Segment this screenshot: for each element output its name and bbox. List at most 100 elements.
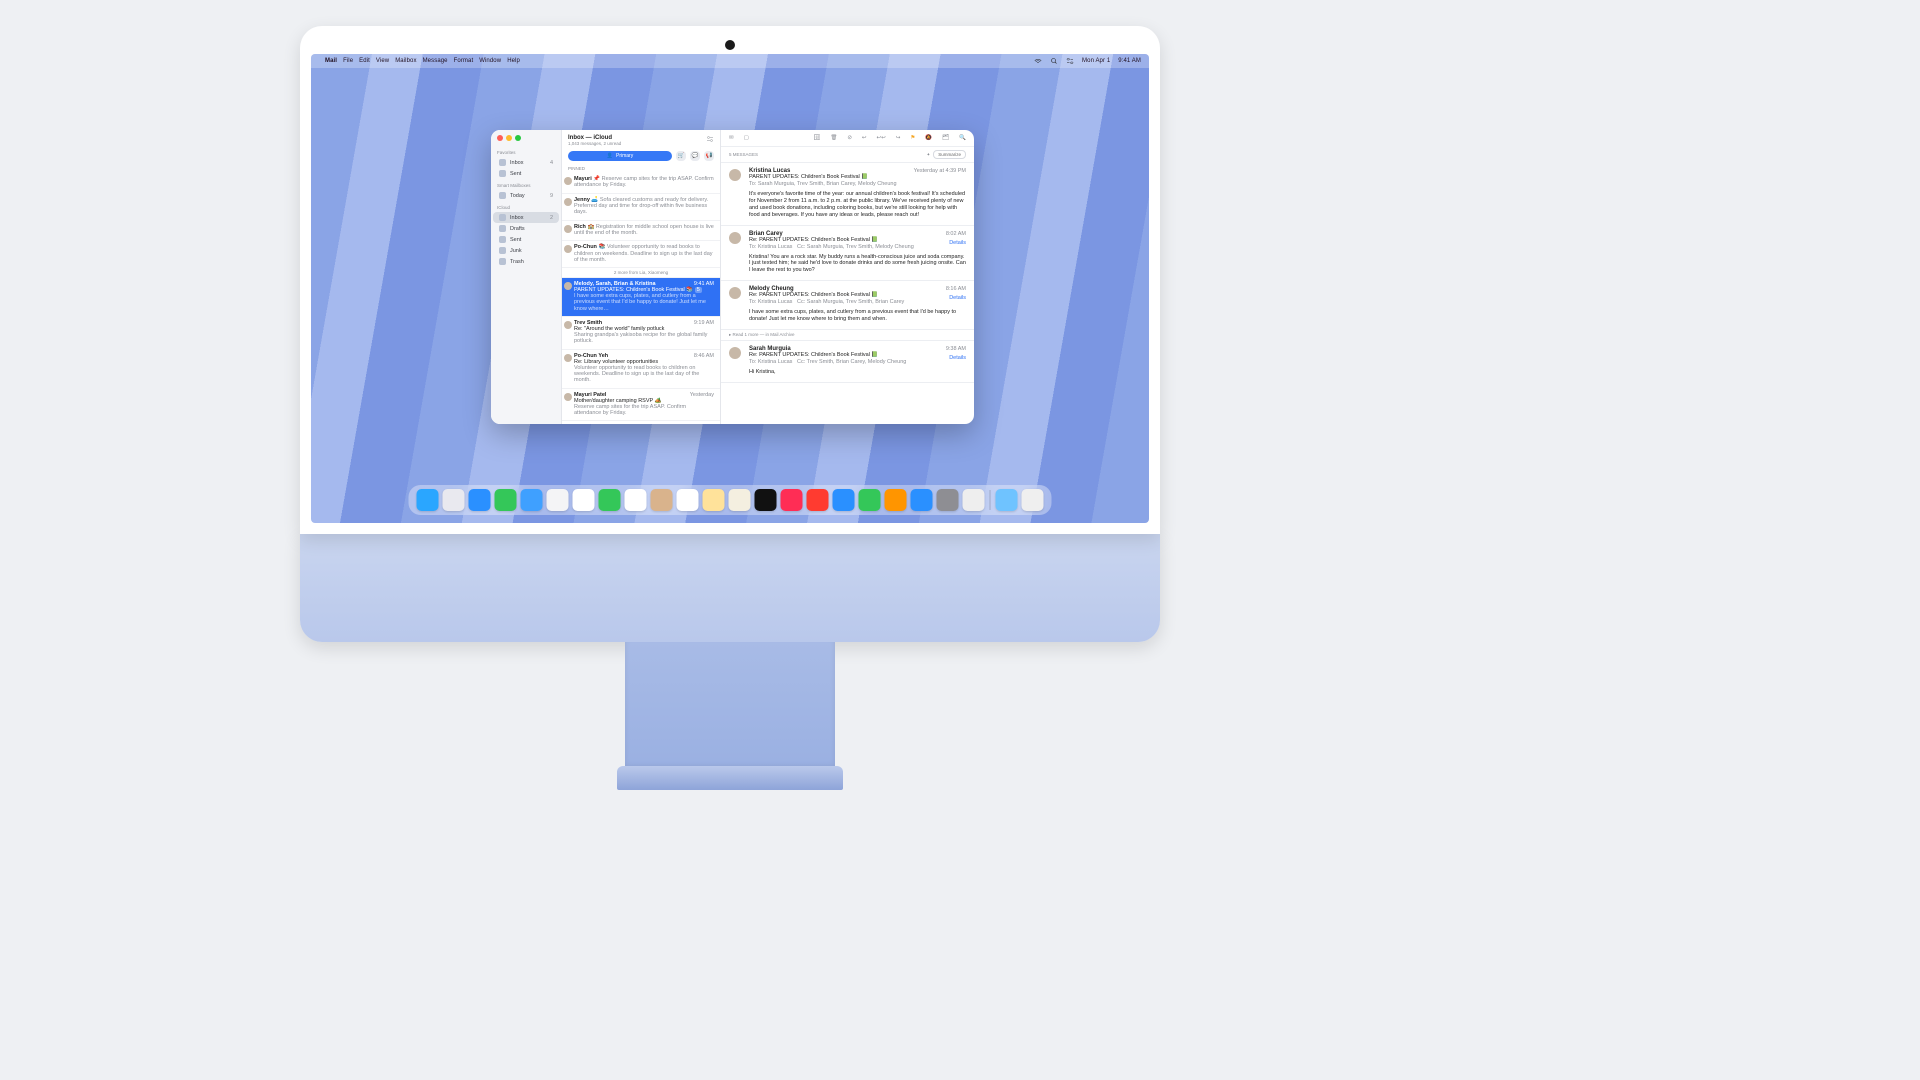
menubar-item-help[interactable]: Help bbox=[507, 58, 520, 64]
pinned-digest[interactable]: Rich 🏫 Registration for middle school op… bbox=[562, 221, 720, 242]
message-list-item[interactable]: Trev Smith9:19 AMRe: "Around the world" … bbox=[562, 317, 720, 350]
details-link[interactable]: Details bbox=[949, 355, 966, 361]
sidebar-item-sent[interactable]: Sent bbox=[493, 234, 559, 245]
spotlight-icon[interactable] bbox=[1050, 57, 1058, 65]
dock-mail-icon[interactable] bbox=[521, 489, 543, 511]
sidebar-item-sent[interactable]: Sent bbox=[493, 168, 559, 179]
dock-appstore-icon[interactable] bbox=[911, 489, 933, 511]
pinned-digest[interactable]: Mayuri 📌 Reserve camp sites for the trip… bbox=[562, 173, 720, 194]
compose-icon[interactable]: ✉︎ bbox=[729, 135, 734, 141]
message-list-item[interactable]: Melody, Sarah, Brian & Kristina9:41 AMPA… bbox=[562, 278, 720, 317]
thread-message-date: 8:02 AM bbox=[946, 231, 966, 237]
person-icon: 👤 bbox=[607, 153, 613, 159]
message-preview: Volunteer opportunity to read books to c… bbox=[574, 365, 714, 384]
control-center-icon[interactable] bbox=[1066, 57, 1074, 65]
mail-message-list: Inbox — iCloud 1,043 messages, 2 unread … bbox=[562, 130, 721, 424]
wifi-icon[interactable] bbox=[1034, 57, 1042, 65]
close-button[interactable] bbox=[497, 135, 503, 141]
digest-text: Reserve camp sites for the trip ASAP. Co… bbox=[574, 176, 714, 188]
dock-downloads-icon[interactable] bbox=[996, 489, 1018, 511]
details-link[interactable]: Details bbox=[949, 295, 966, 301]
pinned-digest[interactable]: Po-Chun 📚 Volunteer opportunity to read … bbox=[562, 241, 720, 268]
dock-finder-icon[interactable] bbox=[417, 489, 439, 511]
avatar bbox=[564, 393, 572, 401]
move-icon[interactable]: 🗂 bbox=[942, 135, 949, 141]
dock-messages-icon[interactable] bbox=[495, 489, 517, 511]
sidebar-item-inbox[interactable]: Inbox2 bbox=[493, 212, 559, 223]
sidebar-item-inbox[interactable]: Inbox4 bbox=[493, 157, 559, 168]
menubar-time[interactable]: 9:41 AM bbox=[1118, 58, 1141, 64]
menubar-item-edit[interactable]: Edit bbox=[359, 58, 370, 64]
zoom-button[interactable] bbox=[515, 135, 521, 141]
sidebar-item-trash[interactable]: Trash bbox=[493, 256, 559, 267]
dock-facetime-icon[interactable] bbox=[599, 489, 621, 511]
digest-text: Sofa cleared customs and ready for deliv… bbox=[574, 197, 708, 216]
flag-icon[interactable]: ⚑ bbox=[910, 135, 915, 141]
message-list-item[interactable]: Mayuri PatelYesterdayMother/daughter cam… bbox=[562, 389, 720, 422]
junk-icon[interactable]: ⊘ bbox=[847, 135, 852, 141]
reply-all-icon[interactable]: ↩︎↩︎ bbox=[877, 135, 886, 141]
tab-primary[interactable]: 👤 Primary bbox=[568, 151, 672, 161]
dock-music-icon[interactable] bbox=[781, 489, 803, 511]
archive2-icon[interactable]: 🗄 bbox=[813, 135, 820, 141]
dock-photos-icon[interactable] bbox=[573, 489, 595, 511]
dock-maps-icon[interactable] bbox=[547, 489, 569, 511]
reply-count[interactable]: 2 more from Lia, Xiaomeng bbox=[562, 268, 720, 278]
dock-numbers-icon[interactable] bbox=[859, 489, 881, 511]
menubar-date[interactable]: Mon Apr 1 bbox=[1082, 58, 1110, 64]
dock-notes-icon[interactable] bbox=[703, 489, 725, 511]
tab-transactions[interactable]: 🛒 bbox=[676, 151, 686, 161]
sent-icon bbox=[499, 236, 506, 243]
details-link[interactable]: Details bbox=[949, 240, 966, 246]
filter-icon[interactable] bbox=[706, 135, 714, 145]
dock-settings-icon[interactable] bbox=[937, 489, 959, 511]
menubar-item-window[interactable]: Window bbox=[479, 58, 501, 64]
sidebar-item-junk[interactable]: Junk bbox=[493, 245, 559, 256]
summarize-sparkle-icon: ✦ bbox=[926, 152, 930, 158]
dock-news-icon[interactable] bbox=[807, 489, 829, 511]
dock-launchpad-icon[interactable] bbox=[443, 489, 465, 511]
dock-calendar-icon[interactable] bbox=[625, 489, 647, 511]
dock-freeform-icon[interactable] bbox=[729, 489, 751, 511]
digest-from: Po-Chun bbox=[574, 244, 597, 250]
dock-tv-icon[interactable] bbox=[755, 489, 777, 511]
archive-icon[interactable]: ▢ bbox=[744, 135, 749, 141]
forward-icon[interactable]: ↪︎ bbox=[896, 135, 901, 141]
menubar-item-file[interactable]: File bbox=[343, 58, 353, 64]
reply-icon[interactable]: ↩︎ bbox=[862, 135, 867, 141]
minimize-button[interactable] bbox=[506, 135, 512, 141]
menubar-item-message[interactable]: Message bbox=[423, 58, 448, 64]
sidebar-item-label: Sent bbox=[510, 237, 521, 243]
pinned-digest[interactable]: Jenny 🛋️ Sofa cleared customs and ready … bbox=[562, 194, 720, 221]
tab-promotions[interactable]: 📢 bbox=[704, 151, 714, 161]
thread-message-subject: Re: PARENT UPDATES: Children's Book Fest… bbox=[749, 292, 966, 298]
menubar-item-mailbox[interactable]: Mailbox bbox=[395, 58, 416, 64]
message-list-item[interactable]: Jenny CourtYesterdaySofa delivery? bbox=[562, 421, 720, 424]
avatar bbox=[564, 245, 572, 253]
menubar-item-format[interactable]: Format bbox=[454, 58, 474, 64]
thread-message-date: Yesterday at 4:39 PM bbox=[914, 168, 966, 174]
dock-pages-icon[interactable] bbox=[885, 489, 907, 511]
dock-iphone-mirroring-icon[interactable] bbox=[963, 489, 985, 511]
summarize-button[interactable]: Summarize bbox=[933, 150, 966, 159]
tab-updates[interactable]: 💬 bbox=[690, 151, 700, 161]
menubar-item-view[interactable]: View bbox=[376, 58, 389, 64]
sidebar-section-label: Smart Mailboxes bbox=[491, 179, 561, 190]
delete-icon[interactable]: 🗑 bbox=[830, 135, 837, 141]
mute-icon[interactable]: 🔕 bbox=[925, 135, 932, 141]
junk-icon bbox=[499, 247, 506, 254]
dock-safari-icon[interactable] bbox=[469, 489, 491, 511]
menubar-app-name[interactable]: Mail bbox=[325, 58, 337, 64]
dock-reminders-icon[interactable] bbox=[677, 489, 699, 511]
search-icon[interactable]: 🔍 bbox=[959, 135, 966, 141]
dock-contacts-icon[interactable] bbox=[651, 489, 673, 511]
dock-trash-icon[interactable] bbox=[1022, 489, 1044, 511]
sidebar-item-today[interactable]: Today9 bbox=[493, 190, 559, 201]
read-more-row[interactable]: ▸ Read 1 more — in Mail Archive bbox=[721, 330, 974, 341]
message-list-item[interactable]: Po-Chun Yeh8:46 AMRe: Library volunteer … bbox=[562, 350, 720, 389]
dock-keynote-icon[interactable] bbox=[833, 489, 855, 511]
sidebar-item-drafts[interactable]: Drafts bbox=[493, 223, 559, 234]
thread-message-subject: PARENT UPDATES: Children's Book Festival… bbox=[749, 174, 966, 180]
message-preview: Sharing grandpa's yakisoba recipe for th… bbox=[574, 332, 714, 345]
menubar: Mail File Edit View Mailbox Message Form… bbox=[311, 54, 1149, 68]
